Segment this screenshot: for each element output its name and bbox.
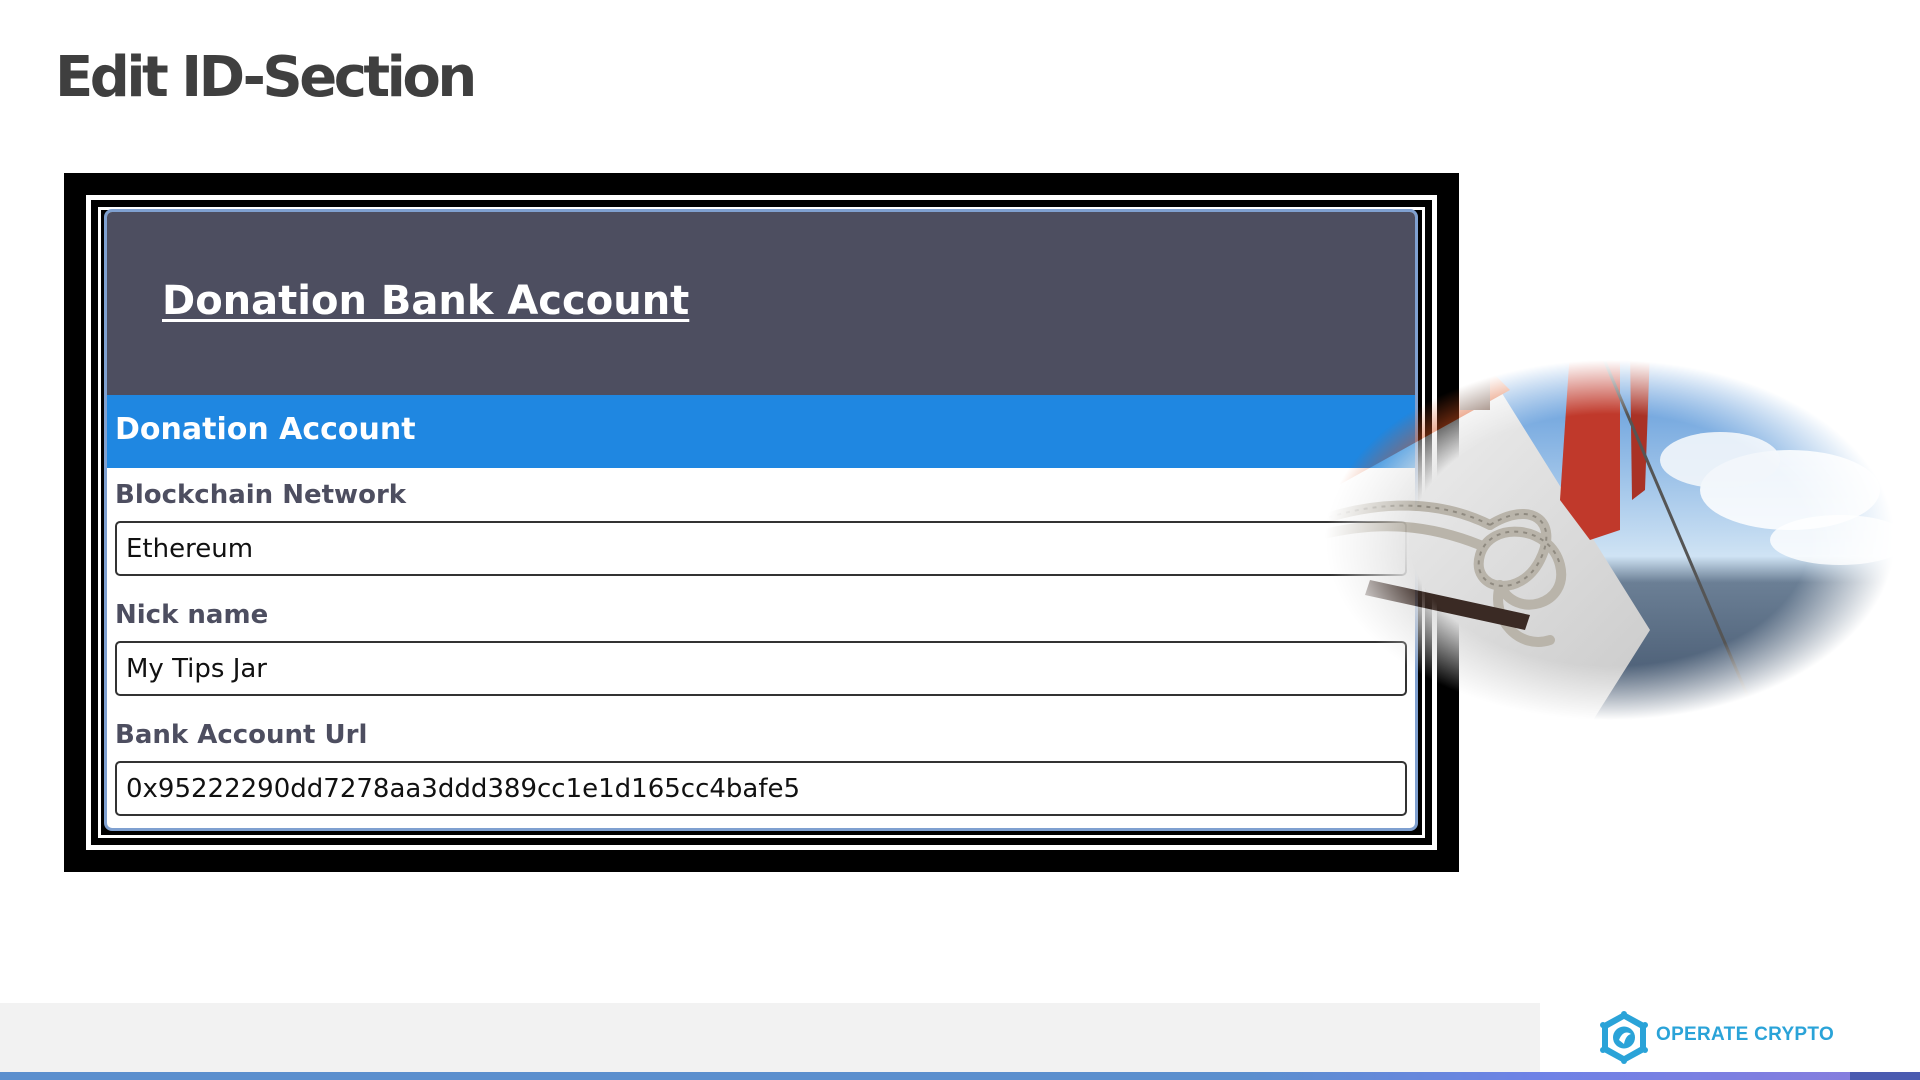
- donation-account-card: Donation Bank Account Donation Account B…: [104, 209, 1418, 831]
- card-header: Donation Bank Account: [107, 212, 1415, 395]
- nick-name-label: Nick name: [115, 600, 269, 630]
- footer-accent-bar: [0, 1072, 1920, 1080]
- card-title[interactable]: Donation Bank Account: [162, 278, 689, 324]
- bank-account-url-input[interactable]: [115, 761, 1407, 816]
- section-title: Donation Account: [115, 412, 416, 447]
- screenshot-frame: Donation Bank Account Donation Account B…: [64, 173, 1459, 872]
- footer-accent-bar-end: [1850, 1072, 1920, 1080]
- slide-title: Edit ID-Section: [55, 45, 477, 110]
- section-header-bar: Donation Account: [107, 395, 1415, 468]
- blockchain-network-input[interactable]: [115, 521, 1407, 576]
- nick-name-input[interactable]: [115, 641, 1407, 696]
- boat-rope-photo: [1320, 350, 1895, 725]
- operate-crypto-logo-icon: [1600, 1011, 1648, 1064]
- blockchain-network-label: Blockchain Network: [115, 480, 407, 510]
- logo-text: OPERATE CRYPTO: [1656, 1024, 1835, 1045]
- bank-account-url-label: Bank Account Url: [115, 720, 368, 750]
- footer-band: [0, 1003, 1540, 1073]
